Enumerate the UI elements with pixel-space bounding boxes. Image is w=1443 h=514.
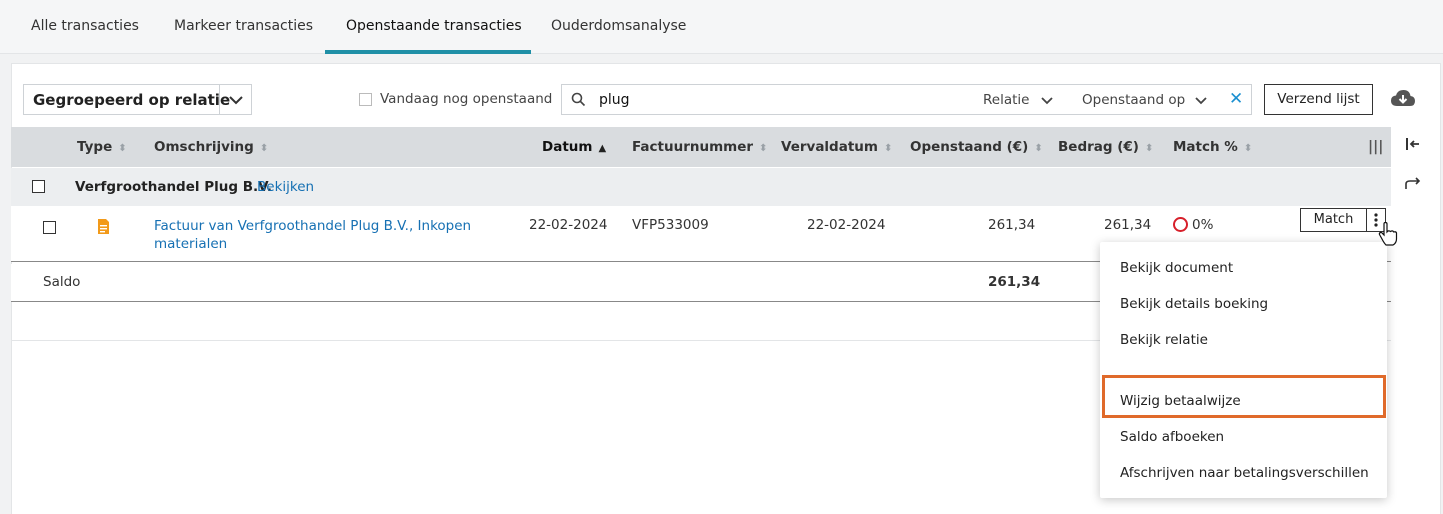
select-divider — [219, 85, 220, 114]
cloud-download-icon[interactable] — [1390, 88, 1416, 114]
clear-search-icon[interactable]: ✕ — [1229, 89, 1243, 109]
search-input[interactable]: plug — [599, 92, 630, 108]
columns-icon[interactable]: ||| — [1368, 139, 1383, 155]
share-icon[interactable] — [1405, 177, 1421, 195]
tab-mark-transactions[interactable]: Markeer transacties — [174, 18, 313, 34]
col-header-due-date[interactable]: Vervaldatum ⬍ — [781, 139, 892, 155]
row-match-percentage: 0% — [1173, 217, 1213, 233]
col-header-amount[interactable]: Bedrag (€) ⬍ — [1058, 139, 1153, 155]
chevron-down-icon — [1194, 94, 1208, 110]
row-invoice-number: VFP533009 — [632, 217, 709, 233]
group-row: Verfgroothandel Plug B.V. Bekijken — [11, 168, 1391, 206]
today-open-label: Vandaag nog openstaand — [380, 91, 553, 107]
menu-item-view-booking-details[interactable]: Bekijk details boeking — [1120, 296, 1268, 312]
menu-item-change-payment-method[interactable]: Wijzig betaalwijze — [1120, 393, 1241, 409]
collapse-panel-icon[interactable] — [1405, 137, 1421, 155]
chevron-down-icon — [227, 91, 245, 113]
today-open-checkbox[interactable] — [359, 93, 372, 106]
col-header-date[interactable]: Datum ▲ — [542, 139, 606, 155]
context-menu: Bekijk document Bekijk details boeking B… — [1100, 242, 1387, 498]
row-open-amount: 261,34 — [988, 217, 1036, 233]
send-list-button[interactable]: Verzend lijst — [1264, 84, 1373, 115]
match-button[interactable]: Match — [1300, 208, 1367, 232]
row-due-date: 22-02-2024 — [807, 217, 886, 233]
saldo-label: Saldo — [43, 274, 81, 290]
table-header: Type ⬍ Omschrijving ⬍ Datum ▲ Factuurnummer… — [11, 127, 1391, 167]
menu-item-write-off-payment-differences[interactable]: Afschrijven naar betalingsverschillen — [1120, 465, 1369, 481]
group-by-label: Gegroepeerd op relatie — [33, 91, 231, 109]
group-checkbox[interactable] — [32, 180, 45, 193]
menu-item-view-document[interactable]: Bekijk document — [1120, 260, 1233, 276]
group-by-select[interactable]: Gegroepeerd op relatie — [23, 84, 252, 115]
col-header-open-amount[interactable]: Openstaand (€) ⬍ — [910, 139, 1043, 155]
search-bar[interactable]: plug Relatie Openstaand op ✕ — [561, 84, 1252, 115]
col-header-invoice-number[interactable]: Factuurnummer ⬍ — [632, 139, 767, 155]
col-header-description[interactable]: Omschrijving ⬍ — [154, 139, 268, 155]
invoice-document-icon — [97, 218, 110, 239]
col-header-match[interactable]: Match % ⬍ — [1173, 139, 1252, 155]
tab-bar: Alle transacties Markeer transacties Ope… — [0, 0, 1443, 54]
row-date: 22-02-2024 — [529, 217, 608, 233]
side-panel-controls — [1392, 127, 1443, 514]
filter-open-on[interactable]: Openstaand op — [1082, 92, 1185, 108]
row-description-link[interactable]: Factuur van Verfgroothandel Plug B.V., I… — [154, 217, 484, 253]
tab-all-transactions[interactable]: Alle transacties — [31, 18, 139, 34]
col-header-type[interactable]: Type ⬍ — [77, 139, 127, 155]
menu-item-view-relation[interactable]: Bekijk relatie — [1120, 332, 1208, 348]
chevron-down-icon — [1040, 94, 1054, 110]
menu-item-write-off-balance[interactable]: Saldo afboeken — [1120, 429, 1224, 445]
search-icon — [571, 92, 586, 111]
hand-cursor-icon — [1378, 221, 1398, 250]
saldo-open-amount: 261,34 — [988, 274, 1041, 290]
filter-relation[interactable]: Relatie — [983, 92, 1029, 108]
row-amount: 261,34 — [1104, 217, 1152, 233]
tab-aging-analysis[interactable]: Ouderdomsanalyse — [551, 18, 686, 34]
match-status-icon — [1173, 217, 1188, 232]
group-name: Verfgroothandel Plug B.V. — [75, 179, 272, 195]
view-relation-link[interactable]: Bekijken — [257, 179, 314, 195]
row-checkbox[interactable] — [43, 221, 56, 234]
tab-open-transactions[interactable]: Openstaande transacties — [346, 18, 522, 34]
active-tab-indicator — [325, 50, 531, 54]
